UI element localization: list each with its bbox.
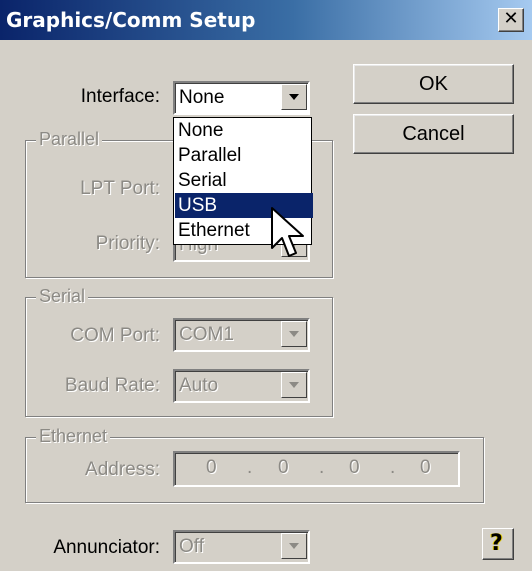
baud-rate-select[interactable]: Auto bbox=[173, 369, 310, 403]
ip-dot: . bbox=[319, 457, 325, 478]
address-label: Address: bbox=[85, 459, 160, 480]
interface-label: Interface: bbox=[80, 86, 160, 107]
annunciator-label: Annunciator: bbox=[53, 537, 160, 558]
com-port-select-value: COM1 bbox=[179, 324, 234, 345]
parallel-group-title: Parallel bbox=[36, 129, 103, 150]
ok-button[interactable]: OK bbox=[353, 64, 514, 104]
chevron-down-icon[interactable] bbox=[281, 84, 307, 110]
ip-octet-2[interactable]: 0 bbox=[278, 457, 289, 479]
ethernet-group-title: Ethernet bbox=[36, 426, 111, 447]
chevron-down-icon[interactable] bbox=[281, 372, 307, 398]
baud-rate-select-value: Auto bbox=[179, 375, 219, 396]
ip-octet-3[interactable]: 0 bbox=[349, 457, 360, 479]
close-button[interactable]: ✕ bbox=[498, 8, 524, 32]
ip-octet-1[interactable]: 0 bbox=[206, 457, 217, 479]
dropdown-option-parallel[interactable]: Parallel bbox=[175, 143, 313, 168]
chevron-down-icon[interactable] bbox=[281, 533, 307, 559]
dialog-window: Graphics/Comm Setup ✕ OK Cancel Interfac… bbox=[0, 0, 532, 571]
help-icon: ? bbox=[490, 531, 503, 556]
dropdown-option-none[interactable]: None bbox=[175, 118, 313, 143]
lpt-port-label: LPT Port: bbox=[80, 178, 160, 199]
help-button[interactable]: ? bbox=[482, 528, 514, 560]
interface-select-value: None bbox=[179, 87, 225, 108]
baud-rate-label: Baud Rate: bbox=[64, 375, 160, 396]
dropdown-option-serial[interactable]: Serial bbox=[175, 168, 313, 193]
interface-select[interactable]: None bbox=[173, 81, 310, 115]
ip-dot: . bbox=[247, 457, 253, 478]
cancel-button-label: Cancel bbox=[402, 123, 465, 145]
ip-octet-4[interactable]: 0 bbox=[420, 457, 431, 479]
chevron-down-icon[interactable] bbox=[281, 321, 307, 347]
serial-group-title: Serial bbox=[36, 286, 89, 307]
priority-label: Priority: bbox=[95, 233, 160, 254]
ip-dot: . bbox=[390, 457, 396, 478]
mouse-pointer-icon bbox=[271, 207, 304, 257]
close-icon: ✕ bbox=[503, 8, 519, 29]
annunciator-select[interactable]: Off bbox=[173, 530, 310, 564]
ip-address-field[interactable]: 0 . 0 . 0 . 0 bbox=[173, 451, 460, 487]
com-port-label: COM Port: bbox=[70, 325, 160, 346]
window-title: Graphics/Comm Setup bbox=[6, 8, 256, 32]
cancel-button[interactable]: Cancel bbox=[353, 114, 514, 154]
title-bar[interactable]: Graphics/Comm Setup ✕ bbox=[0, 0, 532, 40]
annunciator-select-value: Off bbox=[179, 536, 204, 557]
com-port-select[interactable]: COM1 bbox=[173, 318, 310, 352]
ok-button-label: OK bbox=[419, 73, 448, 95]
